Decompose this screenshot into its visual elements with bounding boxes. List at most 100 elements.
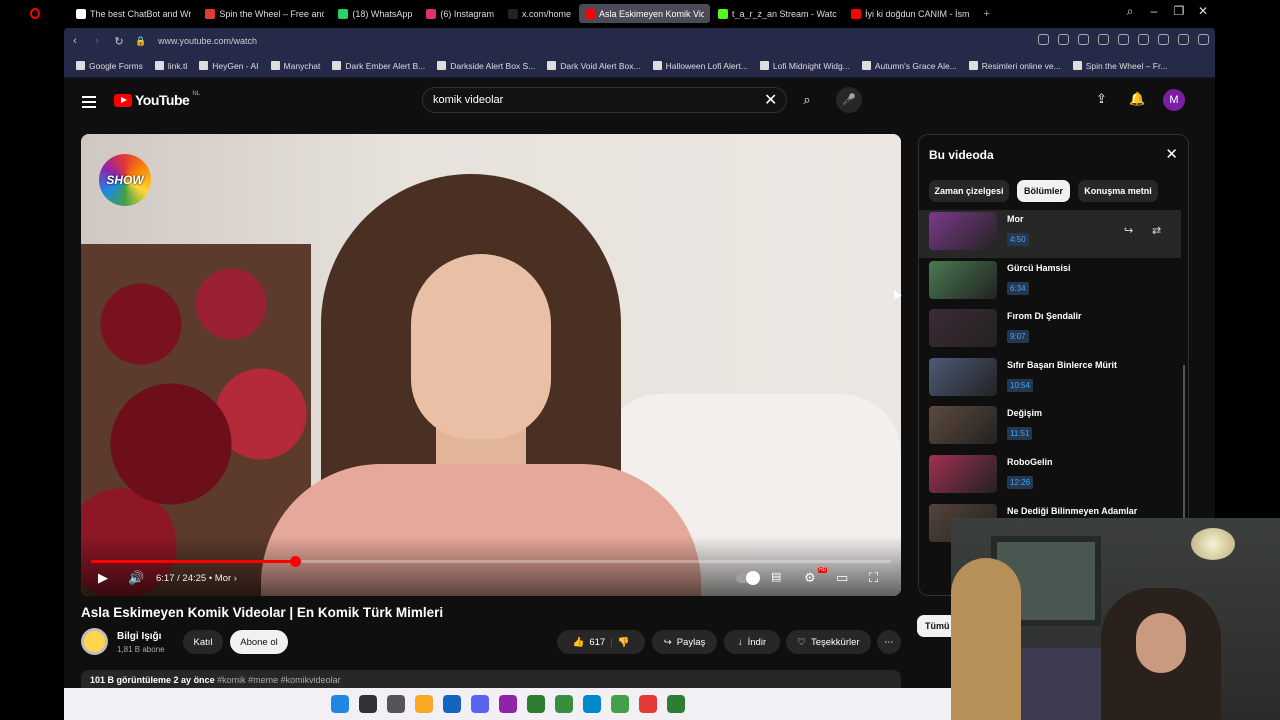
- chapter-timestamp[interactable]: 4:50: [1007, 233, 1029, 246]
- browser-tab[interactable]: Spin the Wheel – Free and: [199, 4, 330, 23]
- camera-icon[interactable]: [1058, 34, 1069, 45]
- like-count[interactable]: 617: [589, 637, 605, 648]
- share-chapter-icon[interactable]: ↪: [1124, 224, 1133, 237]
- fullscreen-icon[interactable]: ⛶: [869, 570, 878, 586]
- chapter-item[interactable]: Gürcü Hamsisi 6:34: [919, 259, 1181, 307]
- browser-tab[interactable]: (18) WhatsApp: [332, 4, 418, 23]
- channel-name[interactable]: Bilgi Işığı: [117, 631, 161, 642]
- hamburger-menu-icon[interactable]: [82, 93, 96, 111]
- upload-icon[interactable]: ⇪: [1096, 91, 1107, 107]
- progress-bar[interactable]: [91, 556, 891, 567]
- thanks-button[interactable]: ♡ Teşekkürler: [786, 630, 871, 654]
- bookmark-item[interactable]: Autumn's Grace Ale...: [858, 61, 961, 71]
- taskbar-app-icon[interactable]: [638, 695, 657, 713]
- search-input[interactable]: komik videolar: [422, 87, 787, 113]
- download-button[interactable]: ↓ İndir: [724, 630, 780, 654]
- chapter-timestamp[interactable]: 6:34: [1007, 281, 1029, 295]
- reload-icon[interactable]: ↻: [108, 35, 130, 48]
- bookmark-item[interactable]: Lofi Midnight Widg...: [756, 61, 854, 71]
- youtube-logo[interactable]: YouTube NL: [114, 91, 200, 108]
- url-field[interactable]: www.youtube.com/watch: [158, 36, 257, 46]
- theater-mode-icon[interactable]: ▭: [836, 570, 848, 586]
- bookmark-item[interactable]: HeyGen - AI: [195, 61, 262, 71]
- taskbar-app-icon[interactable]: [330, 695, 349, 713]
- taskbar-app-icon[interactable]: [582, 695, 601, 713]
- dislike-icon[interactable]: 👎: [618, 637, 630, 648]
- chapter-timestamp[interactable]: 10:54: [1007, 378, 1034, 392]
- browser-tab[interactable]: x.com/home: [502, 4, 577, 23]
- forward-icon[interactable]: ›: [86, 35, 108, 47]
- bookmark-item[interactable]: Manychat: [267, 61, 325, 71]
- minimize-icon[interactable]: –: [1145, 4, 1163, 18]
- chapter-timestamp[interactable]: 9:07: [1007, 330, 1029, 344]
- taskbar-app-icon[interactable]: [470, 695, 489, 713]
- captions-icon[interactable]: ▤: [771, 570, 781, 583]
- bookmark-item[interactable]: Darkside Alert Box S...: [433, 61, 539, 71]
- taskbar-app-icon[interactable]: [414, 695, 433, 713]
- bookmark-item[interactable]: link.tl: [151, 61, 191, 71]
- chapter-item[interactable]: RoboGelin 12:26: [919, 453, 1181, 501]
- taskbar-app-icon[interactable]: [386, 695, 405, 713]
- volume-icon[interactable]: 🔊: [128, 570, 144, 586]
- bookmark-item[interactable]: Google Forms: [72, 61, 147, 71]
- bookmark-item[interactable]: Spin the Wheel – Fr...: [1069, 61, 1172, 71]
- taskbar-app-icon[interactable]: [358, 695, 377, 713]
- microphone-icon[interactable]: 🎤: [836, 87, 862, 113]
- download-icon[interactable]: [1138, 34, 1149, 45]
- opera-logo[interactable]: [0, 8, 70, 19]
- bookmark-item[interactable]: Resimleri online ve...: [965, 61, 1065, 71]
- description-box[interactable]: 101 B görüntüleme 2 ay önce #komik #meme…: [81, 670, 901, 688]
- bookmark-item[interactable]: Halloween Lofi Alert...: [649, 61, 752, 71]
- chapter-timestamp[interactable]: 11:51: [1007, 427, 1033, 441]
- heart-icon[interactable]: [1118, 34, 1129, 45]
- restore-icon[interactable]: ❐: [1170, 4, 1188, 18]
- tab-timeline[interactable]: Zaman çizelgesi: [929, 180, 1009, 202]
- account-avatar[interactable]: M: [1163, 89, 1185, 111]
- settings-gear-icon[interactable]: ⚙: [804, 570, 816, 586]
- more-actions-icon[interactable]: ⋯: [877, 630, 901, 654]
- search-tabs-icon[interactable]: ⌕: [1121, 4, 1139, 19]
- chapter-item[interactable]: Mor 4:50 ↪ ⇄: [919, 210, 1181, 258]
- progress-scrubber[interactable]: [290, 556, 301, 567]
- profile-icon[interactable]: [1178, 34, 1189, 45]
- taskbar-app-icon[interactable]: [554, 695, 573, 713]
- taskbar-app-icon[interactable]: [526, 695, 545, 713]
- back-icon[interactable]: ‹: [64, 35, 86, 47]
- clear-search-icon[interactable]: ✕: [764, 90, 777, 110]
- browser-tab[interactable]: t_a_r_z_an Stream - Watch: [712, 4, 843, 23]
- current-chapter[interactable]: • Mor: [209, 573, 231, 584]
- browser-tab[interactable]: (6) Instagram: [420, 4, 500, 23]
- join-button[interactable]: Katıl: [183, 630, 223, 654]
- browser-tab[interactable]: Asla Eskimeyen Komik Vid: [578, 4, 710, 23]
- share-button[interactable]: ↪ Paylaş: [652, 630, 717, 654]
- close-panel-icon[interactable]: ✕: [1165, 145, 1178, 163]
- taskbar-app-icon[interactable]: [498, 695, 517, 713]
- chapter-item[interactable]: Değişim 11:51: [919, 404, 1181, 452]
- play-icon[interactable]: ▶: [98, 570, 108, 586]
- menu-icon[interactable]: [1158, 34, 1169, 45]
- video-player[interactable]: SHOW ▶ 🔊 6:17 / 24:25 • Mor › ▤ ⚙ HD ▭ ⛶: [81, 134, 901, 596]
- chapter-item[interactable]: Fırom Dı Şendalir 9:07: [919, 307, 1181, 355]
- chapter-timestamp[interactable]: 12:26: [1007, 476, 1034, 489]
- autoplay-toggle[interactable]: [736, 571, 760, 585]
- channel-avatar[interactable]: [81, 628, 108, 655]
- search-icon[interactable]: ⌕: [792, 87, 822, 113]
- bookmark-item[interactable]: Dark Void Alert Box...: [543, 61, 644, 71]
- play-icon[interactable]: [1098, 34, 1109, 45]
- taskbar-app-icon[interactable]: [442, 695, 461, 713]
- taskbar-app-icon[interactable]: [666, 695, 685, 713]
- tab-chapters[interactable]: Bölümler: [1017, 180, 1070, 202]
- tab-transcript[interactable]: Konuşma metni: [1078, 180, 1158, 202]
- taskbar-app-icon[interactable]: [610, 695, 629, 713]
- hashtags[interactable]: #komik #meme #komikvideolar: [217, 675, 341, 685]
- close-window-icon[interactable]: ✕: [1194, 4, 1212, 18]
- new-tab-button[interactable]: +: [984, 8, 990, 20]
- chapter-item[interactable]: Sıfır Başarı Binlerce Mürit 10:54: [919, 356, 1181, 404]
- browser-tab[interactable]: The best ChatBot and Wr: [70, 4, 197, 23]
- loop-chapter-icon[interactable]: ⇄: [1152, 224, 1161, 237]
- like-icon[interactable]: 👍: [572, 637, 584, 648]
- edit-icon[interactable]: [1038, 34, 1049, 45]
- notifications-bell-icon[interactable]: 🔔: [1129, 91, 1145, 107]
- subscribe-button[interactable]: Abone ol: [230, 630, 288, 654]
- extension-icon[interactable]: [1198, 34, 1209, 45]
